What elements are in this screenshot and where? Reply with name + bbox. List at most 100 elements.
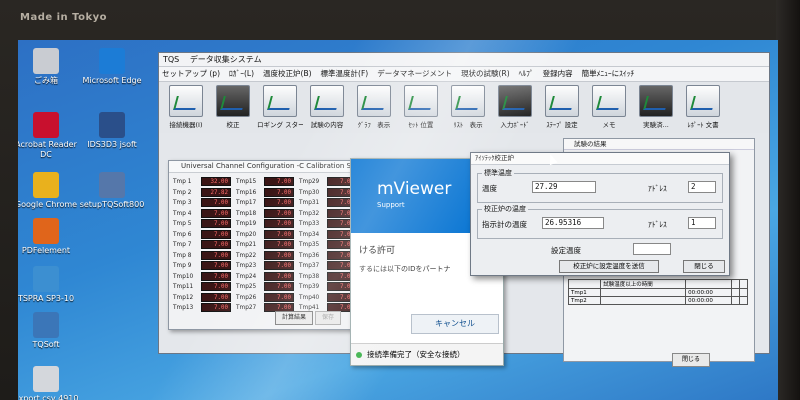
app-icon (33, 366, 59, 392)
channel-name: Tmp16 (236, 189, 257, 196)
channel-value[interactable]: 7.00 (264, 282, 294, 291)
menu-item[interactable]: 温度校正炉(B) (263, 69, 312, 78)
channel-value[interactable]: 7.00 (264, 208, 294, 218)
desktop-icon[interactable]: TQSoft (18, 312, 82, 350)
channel-value[interactable]: 7.00 (264, 240, 294, 249)
address2-field[interactable]: 1 (688, 217, 716, 229)
table-cell (600, 296, 687, 305)
channel-value[interactable]: 7.00 (201, 292, 231, 302)
toolbar-icon (169, 85, 203, 117)
toolbar-icon (592, 85, 626, 117)
setpoint-field[interactable] (633, 243, 671, 255)
channel-cell: Tmp11 7.00 (173, 282, 236, 293)
channel-name: Tmp36 (299, 252, 320, 259)
channel-value[interactable]: 7.00 (201, 240, 231, 249)
channel-value[interactable]: 7.00 (264, 229, 294, 239)
send-setpoint-button[interactable]: 校正炉に設定温度を送信 (559, 260, 659, 273)
toolbar-button[interactable]: ロギング スタート (257, 82, 303, 132)
channel-value[interactable]: 7.00 (264, 187, 294, 197)
result-close-button[interactable]: 閉じる (672, 353, 710, 367)
address-field[interactable]: 2 (688, 181, 716, 193)
save-button[interactable]: 保存 (315, 311, 341, 325)
toolbar-label: ロギング スタート (257, 121, 303, 129)
desktop-icon[interactable]: ごみ箱 (18, 48, 82, 86)
table-cell (731, 296, 741, 305)
desktop-icon[interactable]: Google Chrome (18, 172, 82, 210)
toolbar-button[interactable]: 実験済... (633, 82, 679, 132)
desktop-icon[interactable]: Acrobat Reader DC (18, 112, 82, 160)
toolbar-button[interactable]: ﾚﾎﾟｰﾄ 文書 (680, 82, 726, 132)
channel-cell: Tmp 7 7.00 (173, 240, 236, 251)
channel-value[interactable]: 7.00 (264, 177, 294, 186)
channel-cell: Tmp 9 7.00 (173, 261, 236, 272)
desktop-icon[interactable]: PDFelement (18, 218, 82, 256)
channel-value[interactable]: 7.00 (201, 229, 231, 239)
channel-value[interactable]: 7.00 (201, 282, 231, 291)
channel-value[interactable]: 7.00 (201, 271, 231, 281)
table-row: 試験温度以上の時間 (567, 279, 748, 289)
channel-name: Tmp 7 (173, 242, 192, 248)
channel-value[interactable]: 7.00 (201, 250, 231, 260)
toolbar-button[interactable]: ｽﾃｰﾌﾟ 設定 (539, 82, 585, 132)
toolbar-button[interactable]: ｸﾞﾗﾌ 表示 (351, 82, 397, 132)
channel-cell: Tmp 4 7.00 (173, 208, 236, 220)
channel-value[interactable]: 7.00 (264, 198, 294, 207)
toolbar-icon (263, 85, 297, 117)
desktop-icon[interactable]: Export.csv 4910 (18, 366, 82, 400)
desktop-icon-label: Export.csv 4910 (18, 394, 79, 400)
toolbar-button[interactable]: 入力ﾎﾞｰﾄﾞ (492, 82, 538, 132)
app-icon (99, 172, 125, 198)
desktop-icon[interactable]: setupTQSoft800 (76, 172, 148, 210)
menu-item[interactable]: 簡単ﾒﾆｭｰにｽｲｯﾁ (582, 69, 635, 78)
menu-item[interactable]: データマネージメント (377, 69, 452, 78)
toolbar-button[interactable]: 試験の内容 (304, 82, 350, 132)
desktop-icon[interactable]: TSPRA SP3-10 (18, 266, 82, 304)
table-row: Tmp1 00:00:00 (567, 288, 748, 297)
toolbar-button[interactable]: メモ (586, 82, 632, 132)
channel-cell: Tmp22 7.00 (236, 250, 299, 262)
channel-value[interactable]: 7.00 (201, 198, 231, 207)
app-icon (33, 266, 59, 292)
toolbar-label: ﾚﾎﾟｰﾄ 文書 (687, 121, 719, 129)
channel-value[interactable]: 7.00 (264, 271, 294, 281)
menu-item[interactable]: セットアップ (p) (162, 69, 220, 78)
toolbar-button[interactable]: 校正 (210, 82, 256, 132)
menu-item[interactable]: 登録内容 (543, 69, 573, 78)
channel-cell: Tmp23 7.00 (236, 261, 299, 272)
channel-value[interactable]: 7.00 (264, 261, 294, 270)
temp-field[interactable]: 27.29 (532, 181, 596, 193)
toolbar-icon (451, 85, 485, 117)
table-cell (731, 279, 741, 289)
app-icon (99, 112, 125, 138)
temp-label: 温度 (482, 184, 497, 193)
channel-value[interactable]: 7.00 (201, 208, 231, 218)
channel-name: Tmp25 (236, 284, 257, 290)
channel-value[interactable]: 27.82 (201, 187, 231, 197)
channel-value[interactable]: 7.00 (201, 303, 231, 312)
toolbar-button[interactable]: ｾｯﾄ 位置 (398, 82, 444, 132)
teamviewer-cancel-button[interactable]: キャンセル (411, 314, 499, 334)
channel-name: Tmp33 (299, 221, 320, 227)
channel-value[interactable]: 7.00 (201, 261, 231, 270)
channel-value[interactable]: 7.00 (201, 219, 231, 228)
channel-value[interactable]: 7.00 (264, 250, 294, 260)
channel-value[interactable]: 7.00 (264, 292, 294, 302)
channel-value[interactable]: 32.00 (201, 177, 231, 186)
menu-item[interactable]: 標準温度計(F) (321, 69, 369, 78)
toolbar-button[interactable]: 接続機器(I) (163, 82, 209, 132)
channel-name: Tmp15 (236, 179, 257, 185)
indicated-temp-field[interactable]: 26.95316 (542, 217, 604, 229)
toolbar-button[interactable]: ﾘｽﾄ 表示 (445, 82, 491, 132)
channel-name: Tmp24 (236, 273, 257, 280)
menu-item[interactable]: 現状の試験(R) (461, 69, 510, 78)
channel-name: Tmp20 (236, 231, 257, 238)
desktop-icon[interactable]: Microsoft Edge (76, 48, 148, 86)
channel-cell: Tmp 6 7.00 (173, 229, 236, 241)
channel-value[interactable]: 7.00 (264, 219, 294, 228)
desktop-icon[interactable]: IDS3D3 jsoft (76, 112, 148, 150)
calc-result-button[interactable]: 計算結果 (275, 311, 313, 325)
calibration-close-button[interactable]: 閉じる (683, 260, 725, 273)
menu-item[interactable]: ﾛｶﾞｰ(L) (229, 69, 254, 78)
table-cell: Tmp1 (567, 288, 602, 297)
menu-item[interactable]: ﾍﾙﾌﾟ (519, 69, 534, 78)
